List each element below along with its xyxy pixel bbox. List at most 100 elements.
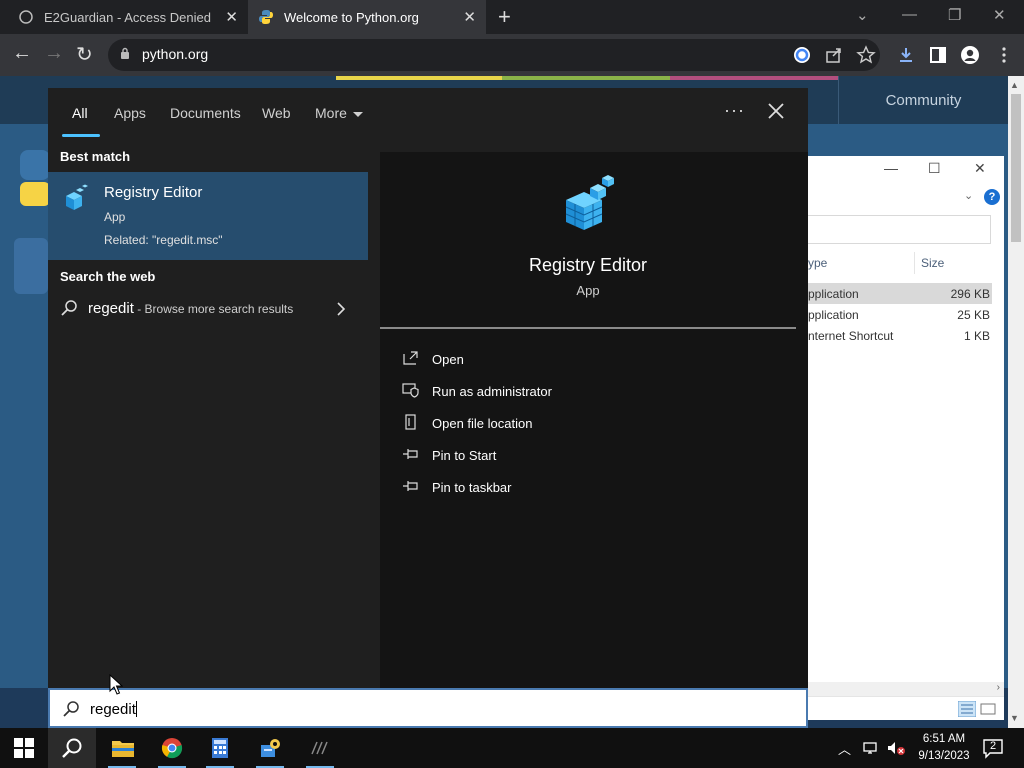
expand-ribbon-chevron-icon[interactable]: ⌄ <box>964 189 973 202</box>
reload-button[interactable]: ↻ <box>76 42 93 67</box>
close-tab-icon[interactable]: ✕ <box>463 8 476 26</box>
google-lens-icon[interactable] <box>792 45 812 65</box>
action-open[interactable]: Open <box>400 346 700 374</box>
caret-down-icon <box>352 111 363 117</box>
notification-center-button[interactable]: 2 <box>982 737 1004 759</box>
side-panel-icon[interactable] <box>928 45 948 65</box>
search-query: regedit <box>90 701 137 718</box>
minimize-button[interactable]: — <box>884 160 898 176</box>
action-open-file-location[interactable]: Open file location <box>400 410 700 438</box>
python-logo-icon <box>258 9 274 25</box>
action-label: Open file location <box>432 416 533 431</box>
filter-tab-all[interactable]: All <box>72 105 88 121</box>
clock-date: 9/13/2023 <box>918 750 970 762</box>
globe-icon <box>18 9 34 25</box>
horizontal-scrollbar[interactable]: › <box>808 682 1004 696</box>
nav-color-strip <box>336 76 502 80</box>
start-search-box[interactable]: regedit <box>48 688 808 728</box>
search-filter-tabs: All Apps Documents Web More ··· <box>48 88 808 138</box>
close-window-button[interactable]: ✕ <box>993 6 1006 24</box>
forward-button[interactable]: → <box>44 42 64 65</box>
filter-tab-web[interactable]: Web <box>262 105 291 121</box>
taskbar-search-button[interactable] <box>48 728 96 768</box>
tab-search-chevron-icon[interactable]: ⌄ <box>856 6 869 24</box>
scroll-right-arrow-icon[interactable]: › <box>997 682 1000 693</box>
web-description: - Browse more search results <box>133 302 294 316</box>
large-icons-view-icon[interactable] <box>980 701 996 717</box>
start-button[interactable] <box>0 728 48 768</box>
calculator-icon <box>212 738 228 758</box>
file-location-icon <box>405 414 416 430</box>
file-type: pplication <box>808 308 859 322</box>
explorer-address-field[interactable] <box>808 215 991 244</box>
registry-editor-icon <box>565 175 614 230</box>
taskbar-chrome[interactable] <box>148 728 196 768</box>
result-title: Registry Editor <box>104 184 203 201</box>
filter-tab-more[interactable]: More <box>315 105 363 121</box>
bookmark-star-icon[interactable] <box>856 45 876 65</box>
action-label: Pin to taskbar <box>432 480 512 495</box>
windows-taskbar: ︿ 6:51 AM 9/13/2023 2 <box>0 728 1024 768</box>
file-size: 25 KB <box>957 308 990 322</box>
maximize-button[interactable]: ☐ <box>928 160 941 177</box>
more-label: More <box>315 105 347 121</box>
new-tab-button[interactable]: + <box>498 4 511 30</box>
download-icon[interactable] <box>896 45 916 65</box>
network-icon[interactable] <box>862 740 880 756</box>
profile-avatar-icon[interactable] <box>960 45 980 65</box>
system-clock[interactable]: 6:51 AM 9/13/2023 <box>904 731 984 765</box>
mouse-pointer-icon <box>109 674 123 695</box>
nav-community-label: Community <box>885 91 962 109</box>
taskbar-control-panel[interactable] <box>246 728 294 768</box>
filter-tab-apps[interactable]: Apps <box>114 105 146 121</box>
minimize-button[interactable]: — <box>902 6 917 23</box>
tab-title: Welcome to Python.org <box>284 9 419 25</box>
show-hidden-icons-chevron[interactable]: ︿ <box>838 739 851 758</box>
close-tab-icon[interactable]: ✕ <box>225 8 238 26</box>
python-hero-shape <box>14 238 48 294</box>
file-row[interactable]: pplication 296 KB <box>808 283 992 304</box>
best-match-result[interactable]: Registry Editor App Related: "regedit.ms… <box>48 172 368 260</box>
pin-icon <box>403 481 418 491</box>
taskbar-file-explorer[interactable] <box>98 728 146 768</box>
scroll-up-arrow-icon[interactable]: ▲ <box>1010 80 1019 90</box>
text-caret <box>135 701 137 717</box>
more-options-icon[interactable]: ··· <box>724 100 745 121</box>
address-bar[interactable]: python.org <box>108 39 880 71</box>
control-panel-icon <box>261 739 280 757</box>
pin-icon <box>403 449 418 459</box>
tab-python-org[interactable]: Welcome to Python.org ✕ <box>248 0 486 34</box>
result-type: App <box>104 210 126 224</box>
scrollbar-thumb[interactable] <box>1011 94 1021 242</box>
action-pin-to-taskbar[interactable]: Pin to taskbar <box>400 474 700 502</box>
back-button[interactable]: ← <box>12 42 32 65</box>
nav-color-strip <box>670 76 838 80</box>
nav-community[interactable]: Community <box>838 76 1008 124</box>
help-icon[interactable]: ? <box>984 189 1000 205</box>
restore-button[interactable]: ❐ <box>948 6 961 24</box>
share-icon[interactable] <box>824 45 844 65</box>
action-run-as-admin[interactable]: Run as administrator <box>400 378 700 406</box>
details-view-icon[interactable] <box>958 701 976 717</box>
taskbar-calculator[interactable] <box>196 728 244 768</box>
chrome-icon <box>161 738 183 759</box>
column-header-type[interactable]: ype <box>808 256 827 270</box>
browser-toolbar: ← → ↻ python.org <box>0 34 1024 76</box>
menu-kebab-icon[interactable] <box>994 45 1014 65</box>
close-icon[interactable] <box>766 101 786 121</box>
tab-title: E2Guardian - Access Denied <box>44 9 211 25</box>
start-search-panel: All Apps Documents Web More ··· Best mat… <box>48 88 808 688</box>
close-window-button[interactable]: ✕ <box>974 160 986 177</box>
filter-tab-documents[interactable]: Documents <box>170 105 241 121</box>
taskbar-app-unknown[interactable] <box>296 728 344 768</box>
column-header-size[interactable]: Size <box>921 256 944 270</box>
chevron-right-icon[interactable] <box>336 302 346 316</box>
nav-color-strip <box>502 76 670 80</box>
file-row[interactable]: pplication 25 KB <box>808 304 992 325</box>
volume-muted-icon[interactable] <box>886 740 906 756</box>
web-search-result[interactable]: regedit - Browse more search results <box>48 291 368 327</box>
tab-e2guardian[interactable]: E2Guardian - Access Denied ✕ <box>0 0 248 34</box>
scroll-down-arrow-icon[interactable]: ▼ <box>1010 713 1019 723</box>
action-pin-to-start[interactable]: Pin to Start <box>400 442 700 470</box>
file-row[interactable]: nternet Shortcut 1 KB <box>808 325 992 346</box>
